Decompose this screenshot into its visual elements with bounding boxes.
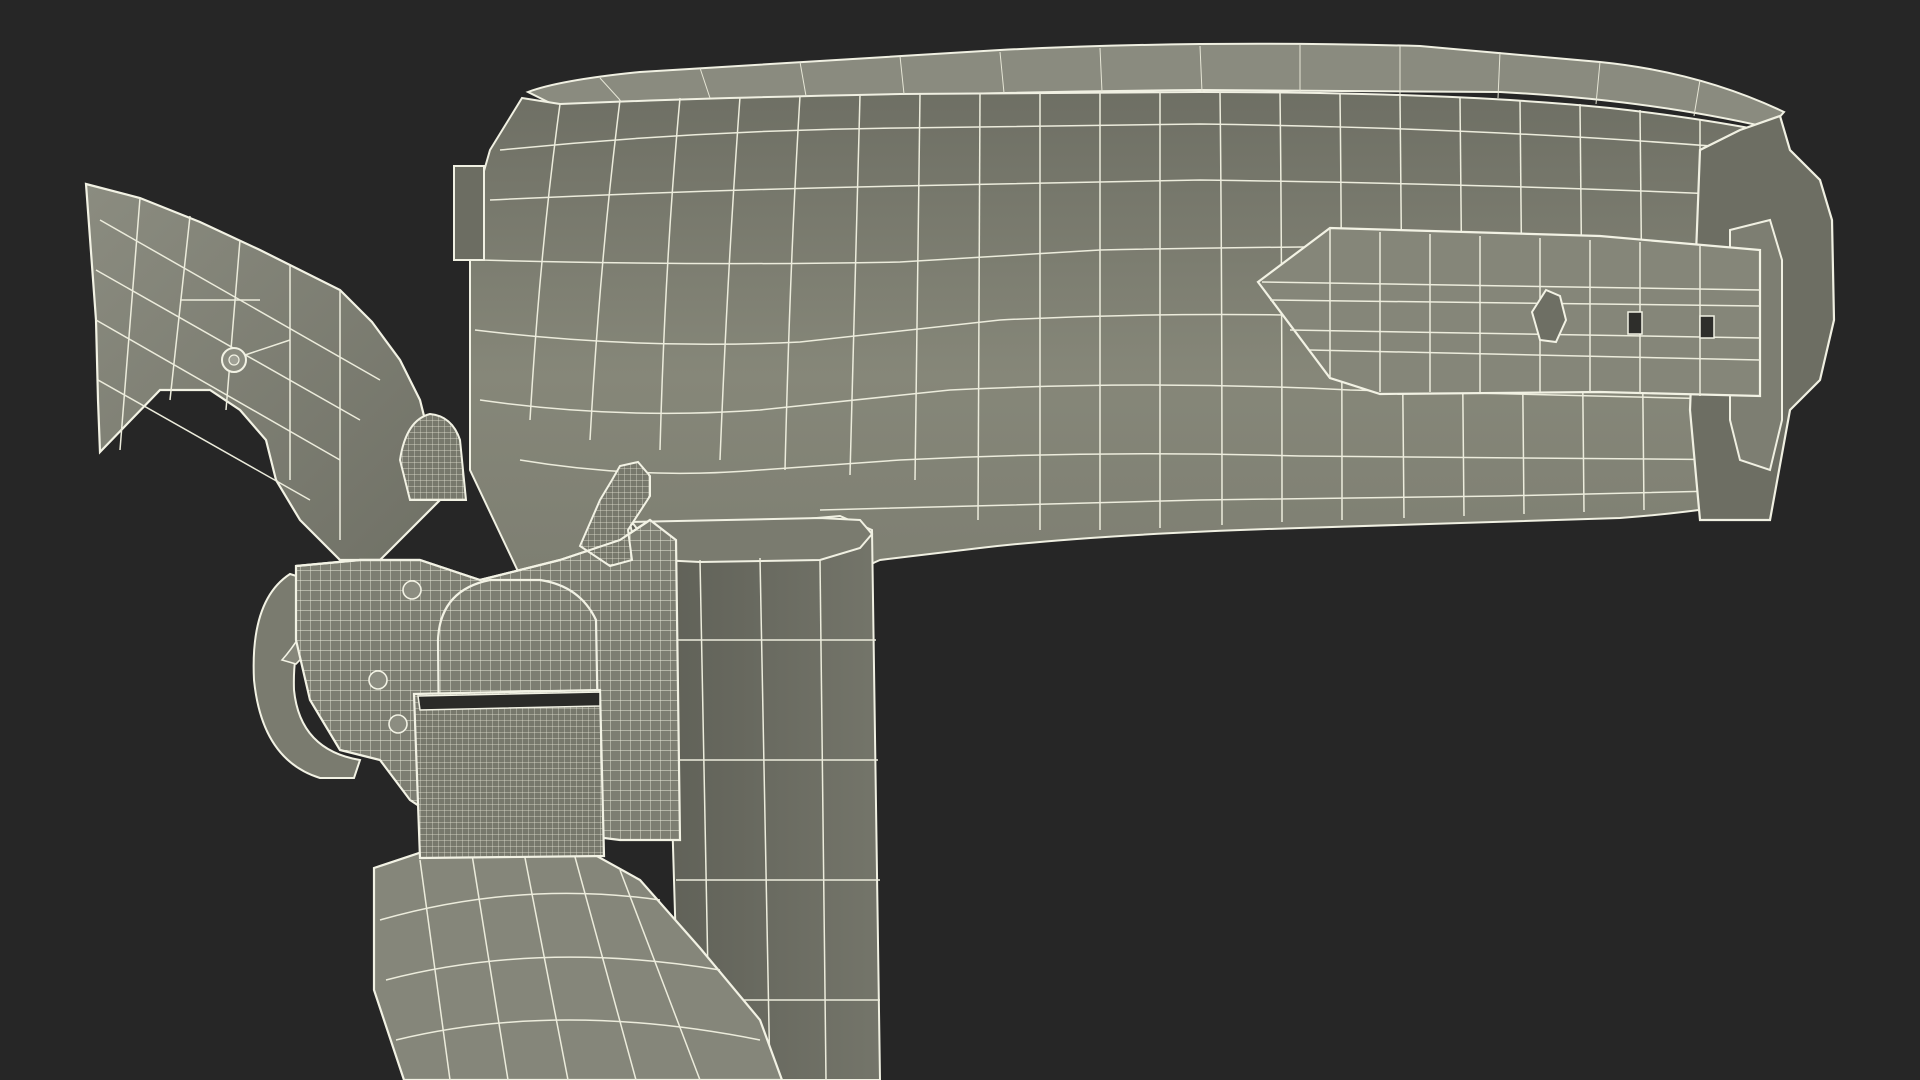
strap-hole-2 <box>1699 315 1715 339</box>
revolver-cylinder-window <box>412 688 606 860</box>
frame-screw-3 <box>388 714 408 734</box>
belt-strap <box>1256 226 1762 398</box>
strap-hole-1 <box>1627 311 1643 335</box>
revolver-cylinder-window-rim <box>417 691 601 711</box>
frame-screw-2 <box>368 670 388 690</box>
grip-screw-center <box>228 354 240 366</box>
wireframe-render-scene <box>0 0 1920 1080</box>
frame-screw-1 <box>402 580 422 600</box>
belt-side-tab <box>453 165 485 261</box>
